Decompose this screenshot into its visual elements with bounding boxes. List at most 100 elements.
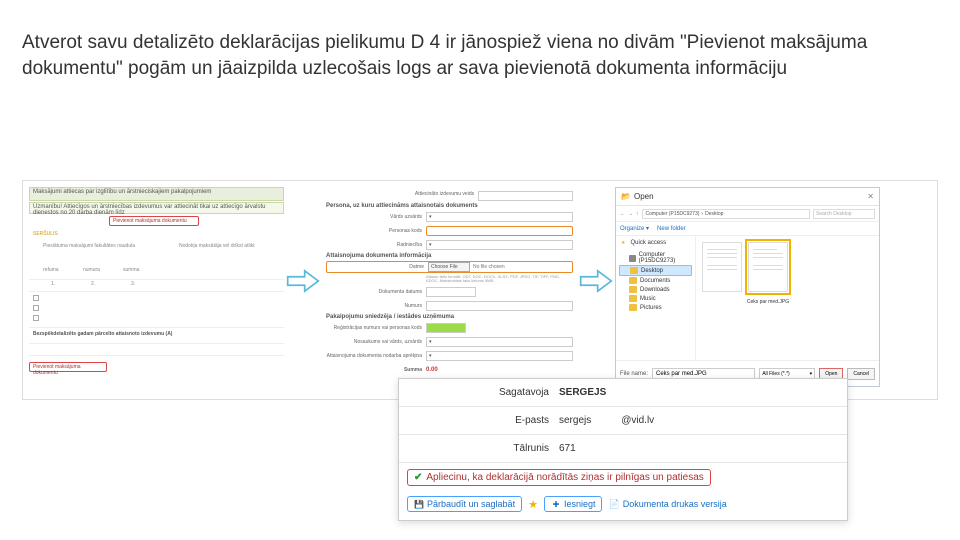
col-label-pieliekami: Piesiātuma maksājumi fakultātes naudula: [43, 243, 135, 249]
file-hint: Atļauto failu formāti: ODT, DOC, DOCX, X…: [326, 275, 573, 284]
row-checkbox-2[interactable]: [33, 305, 39, 311]
add-document-button-bottom[interactable]: Pievienot maksājuma dokumentu: [29, 362, 107, 372]
arrow-icon-2: [577, 181, 615, 381]
instruction-strip: Maksājumi attiecas par izglītību un ārst…: [22, 180, 938, 400]
floppy-icon: 💾: [414, 499, 424, 509]
val-sagatavoja: SERGEJS: [559, 387, 847, 398]
lbl-num: Numurs: [326, 303, 426, 309]
search-input[interactable]: Search Desktop: [813, 209, 875, 219]
val-summa: 0.00: [426, 367, 438, 373]
computer-icon: [629, 255, 636, 262]
arrow-icon: [284, 181, 322, 381]
document-icon: 📄: [608, 499, 619, 510]
nav-up-icon[interactable]: ↑: [636, 211, 639, 217]
document-info-dialog: Attiecināto izdevumu veids Persona, uz k…: [322, 187, 577, 387]
open-icon: 📂: [621, 192, 631, 201]
submit-button[interactable]: ✚ Iesniegt: [544, 496, 603, 512]
inp-provname[interactable]: ▾: [426, 337, 573, 347]
file-list: Ceks par med.JPG: [696, 236, 879, 360]
folder-icon: [629, 304, 637, 311]
hdr-right: Attiecināto izdevumu veids: [415, 191, 478, 201]
section2-header: Bezspēkdetalizēts gadam pārcelto attaisn…: [33, 331, 172, 337]
lbl-pk: Personas kods: [326, 228, 426, 234]
cancel-button[interactable]: Cancel: [847, 368, 875, 380]
sidebar-downloads[interactable]: Downloads: [619, 285, 692, 294]
sidebar-music[interactable]: Music: [619, 294, 692, 303]
folder-icon: [629, 295, 637, 302]
inp-dokdate[interactable]: [426, 287, 476, 297]
section-bar-2: Uzmanību! Attiecīgos un ārstniecības izd…: [29, 202, 284, 214]
row-checkbox-1[interactable]: [33, 295, 39, 301]
dialog-titlebar: 📂 Open ✕: [616, 188, 879, 206]
print-version-link[interactable]: 📄 Dokumenta drukas versija: [608, 499, 726, 510]
val-talrunis[interactable]: 671: [559, 443, 847, 454]
inp-pk[interactable]: [426, 226, 573, 236]
folder-icon: [630, 267, 638, 274]
row-header: SERŠULIS: [33, 231, 58, 237]
dialog-toolbar: Organize ▾ New folder: [616, 222, 879, 236]
page-heading: Atverot savu detalizēto deklarācijas pie…: [22, 30, 938, 81]
col-refuma: refuma: [43, 267, 59, 273]
dialog-section-provider: Pakalpojumu sniedzēja / iestādes uzņēmum…: [326, 314, 573, 320]
section-bar-1: Maksājumi attiecas par izglītību un ārst…: [29, 187, 284, 201]
col-num-3: 3.: [131, 281, 135, 287]
file-thumb-2-selected[interactable]: Ceks par med.JPG: [748, 242, 788, 292]
lbl-epasts: E-pasts: [399, 415, 559, 426]
lbl-provname: Nosaukums vai vārds, uzvārds: [326, 339, 426, 345]
folder-icon: [629, 277, 637, 284]
filename-label: File name:: [620, 371, 648, 377]
dialog-title: Open: [634, 192, 654, 201]
nav-fwd-icon[interactable]: →: [628, 211, 633, 217]
lbl-file: Datme: [328, 264, 428, 270]
action-row: 💾 Pārbaudīt un saglabāt ★ ✚ Iesniegt 📄 D…: [399, 492, 847, 520]
dialog-section-doc: Attaisnojuma dokumenta informācija: [326, 253, 573, 259]
new-folder-button[interactable]: New folder: [657, 226, 686, 232]
confirm-checkbox-outline[interactable]: ✔ Apliecinu, ka deklarācijā norādītās zi…: [407, 469, 711, 486]
inp-sumtype[interactable]: ▾: [426, 351, 573, 361]
declaration-footer-form: Sagatavoja SERGEJS E-pasts sergejs@vid.l…: [398, 378, 848, 521]
lbl-sagatavoja: Sagatavoja: [399, 387, 559, 398]
close-icon[interactable]: ✕: [867, 192, 874, 201]
dialog-section-persona: Persona, uz kuru attiecināms attaisnotai…: [326, 203, 573, 209]
nav-back-icon[interactable]: ←: [620, 211, 625, 217]
sidebar-desktop[interactable]: Desktop: [619, 265, 692, 276]
file-open-dialog: 📂 Open ✕ ← → ↑ Computer (P15DC9273)›Desk…: [615, 187, 880, 387]
dialog-navbar: ← → ↑ Computer (P15DC9273)›Desktop Searc…: [616, 206, 879, 222]
lbl-vards: Vārds uzvārds: [326, 214, 426, 220]
sidebar-computer[interactable]: Computer (P15DC9273): [619, 251, 692, 265]
col-label-nedekla: Nodokļa maksātāja vel drīkst atlikt: [179, 243, 255, 249]
choose-file-button[interactable]: Choose File: [428, 262, 470, 272]
col-summa: summa: [123, 267, 139, 273]
lbl-summa: Summa: [326, 367, 426, 373]
organize-menu[interactable]: Organize ▾: [620, 225, 649, 232]
lbl-dokdate: Dokumenta datums: [326, 289, 426, 295]
confirm-row: ✔ Apliecinu, ka deklarācijā norādītās zi…: [399, 463, 847, 492]
file-thumb-1[interactable]: [702, 242, 742, 292]
inp-vards[interactable]: ▾: [426, 212, 573, 222]
sidebar-documents[interactable]: Documents: [619, 276, 692, 285]
verify-save-button[interactable]: 💾 Pārbaudīt un saglabāt: [407, 496, 522, 512]
folder-icon: [629, 286, 637, 293]
inp-reg[interactable]: [426, 323, 466, 333]
declaration-form-panel: Maksājumi attiecas par izglītību un ārst…: [29, 187, 284, 387]
row-checkbox-3[interactable]: [33, 315, 39, 321]
sidebar-pictures[interactable]: Pictures: [619, 303, 692, 312]
add-document-button-top[interactable]: Pievienot maksājuma dokumentu: [109, 216, 199, 226]
lbl-talrunis: Tālrunis: [399, 443, 559, 454]
checkmark-icon: ✔: [414, 472, 422, 483]
inp-num[interactable]: [426, 301, 573, 311]
breadcrumb[interactable]: Computer (P15DC9273)›Desktop: [642, 209, 811, 219]
lbl-reg: Reģistrācijas numurs vai personas kods: [326, 325, 426, 331]
confirm-text: Apliecinu, ka deklarācijā norādītās ziņa…: [426, 472, 703, 483]
submit-icon: ✚: [551, 499, 561, 509]
inp-rad[interactable]: ▾: [426, 240, 573, 250]
col-numura: numura: [83, 267, 100, 273]
no-file-label: No file chosen: [470, 264, 505, 270]
sidebar-quick-access[interactable]: Quick access: [619, 239, 692, 247]
col-num-2: 2.: [91, 281, 95, 287]
val-epasts[interactable]: sergejs@vid.lv: [559, 415, 847, 426]
col-num-1: 1.: [51, 281, 55, 287]
lbl-sumtype: Attaisnojuma dokumenta nodarba aprēķina: [326, 353, 426, 359]
star-icon: ★: [528, 498, 538, 511]
lbl-rad: Radniecība: [326, 242, 426, 248]
